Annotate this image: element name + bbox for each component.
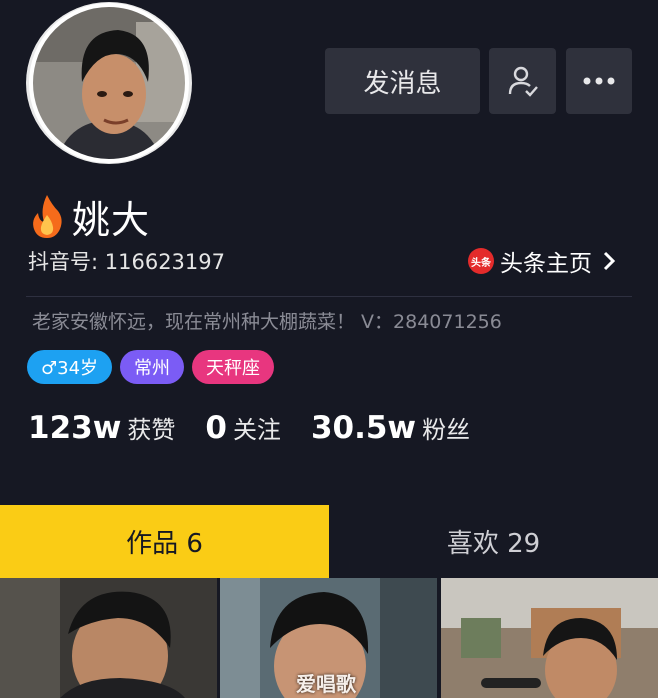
tag-zodiac: 天秤座: [192, 350, 275, 384]
stat-value: 123w: [28, 410, 122, 446]
fire-icon: [33, 195, 62, 238]
toutiao-logo-icon: 头条: [468, 248, 494, 274]
profile-name: 姚大: [72, 197, 151, 242]
stat-likes: 123w 获赞: [28, 410, 175, 446]
chevron-right-icon: [603, 251, 616, 271]
name-row: 姚大: [30, 188, 150, 244]
content-tabs: 作品 6 喜欢 29: [0, 505, 658, 578]
stat-value: 0: [205, 410, 227, 446]
stat-value: 30.5w: [310, 410, 417, 446]
follow-button[interactable]: [489, 48, 556, 114]
stat-followers[interactable]: 30.5w 粉丝: [311, 410, 470, 446]
tab-likes[interactable]: 喜欢 29: [329, 505, 658, 578]
toutiao-homepage-link[interactable]: 头条 头条主页: [468, 244, 618, 278]
douyin-id: 抖音号: 116623197: [28, 250, 225, 274]
divider: [26, 296, 632, 297]
stat-following[interactable]: 0 关注: [205, 410, 281, 446]
toutiao-label: 头条主页: [500, 251, 592, 277]
more-options-button[interactable]: [566, 48, 632, 114]
avatar[interactable]: [26, 2, 192, 164]
stat-label: 粉丝: [422, 416, 471, 444]
stat-label: 获赞: [127, 416, 176, 444]
profile-tags: ♂34岁 常州 天秤座: [27, 350, 275, 384]
send-message-label: 发消息: [363, 68, 442, 99]
watermark: 爱唱歌: [296, 672, 356, 696]
send-message-button[interactable]: 发消息: [325, 48, 480, 114]
tag-city: 常州: [120, 350, 185, 384]
bio-text: 老家安徽怀远，现在常州种大棚蔬菜！ V：284071256: [32, 311, 502, 333]
more-icon: [583, 77, 615, 85]
person-check-icon: [508, 66, 538, 97]
tag-age: ♂34岁: [27, 350, 113, 384]
video-thumbnail[interactable]: [440, 578, 658, 698]
video-thumbnail[interactable]: [0, 578, 217, 698]
tab-works[interactable]: 作品 6: [0, 505, 329, 578]
profile-stats: 123w 获赞 0 关注 30.5w 粉丝: [28, 410, 500, 446]
stat-label: 关注: [232, 416, 281, 444]
